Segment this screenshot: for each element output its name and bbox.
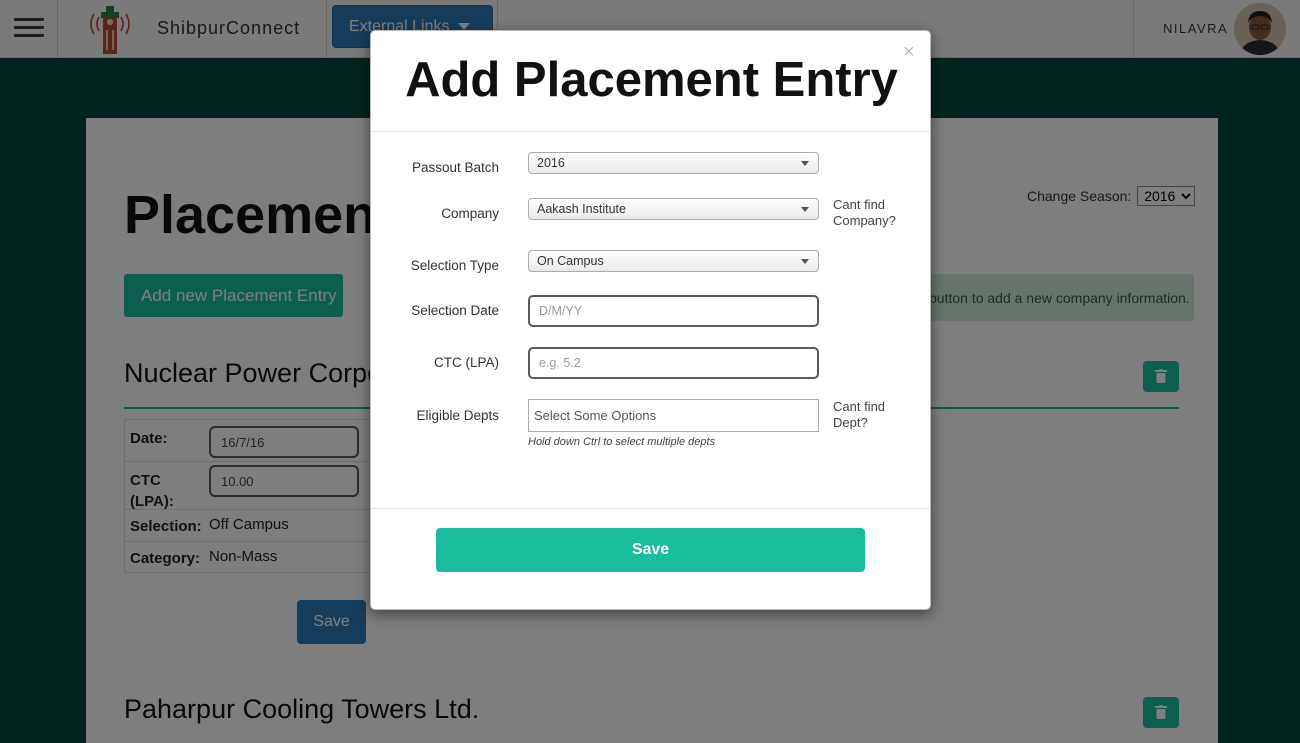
ctc-lpa-label: CTC (LPA) [433, 355, 499, 370]
passout-batch-value: 2016 [537, 156, 565, 170]
company-select[interactable]: Aakash Institute [528, 198, 819, 220]
selection-type-value: On Campus [537, 254, 604, 268]
selection-date-input[interactable]: D/M/YY [528, 295, 819, 327]
dropdown-arrow-icon [801, 207, 809, 212]
modal-header-divider [371, 131, 930, 132]
add-placement-modal: Add Placement Entry × Passout Batch 2016… [370, 30, 931, 610]
eligible-depts-hint: Hold down Ctrl to select multiple depts [528, 436, 716, 448]
company-label: Company [441, 206, 499, 221]
selection-type-label: Selection Type [410, 258, 499, 273]
modal-title: Add Placement Entry [405, 53, 898, 107]
selection-date-label: Selection Date [411, 303, 499, 318]
save-button[interactable]: Save [436, 528, 865, 572]
eligible-depts-label: Eligible Depts [416, 408, 499, 423]
company-value: Aakash Institute [537, 202, 626, 216]
modal-footer-divider [371, 508, 930, 509]
dropdown-arrow-icon [801, 259, 809, 264]
ctc-lpa-input[interactable]: e.g. 5.2 [528, 347, 819, 379]
passout-batch-select[interactable]: 2016 [528, 152, 819, 174]
dropdown-arrow-icon [801, 161, 809, 166]
cant-find-dept-link[interactable]: Cant find Dept? [833, 399, 899, 431]
eligible-depts-multiselect[interactable]: Select Some Options [528, 399, 819, 432]
selection-type-select[interactable]: On Campus [528, 250, 819, 272]
passout-batch-label: Passout Batch [411, 160, 499, 175]
cant-find-company-link[interactable]: Cant find Company? [833, 197, 909, 229]
close-icon[interactable]: × [903, 41, 915, 64]
